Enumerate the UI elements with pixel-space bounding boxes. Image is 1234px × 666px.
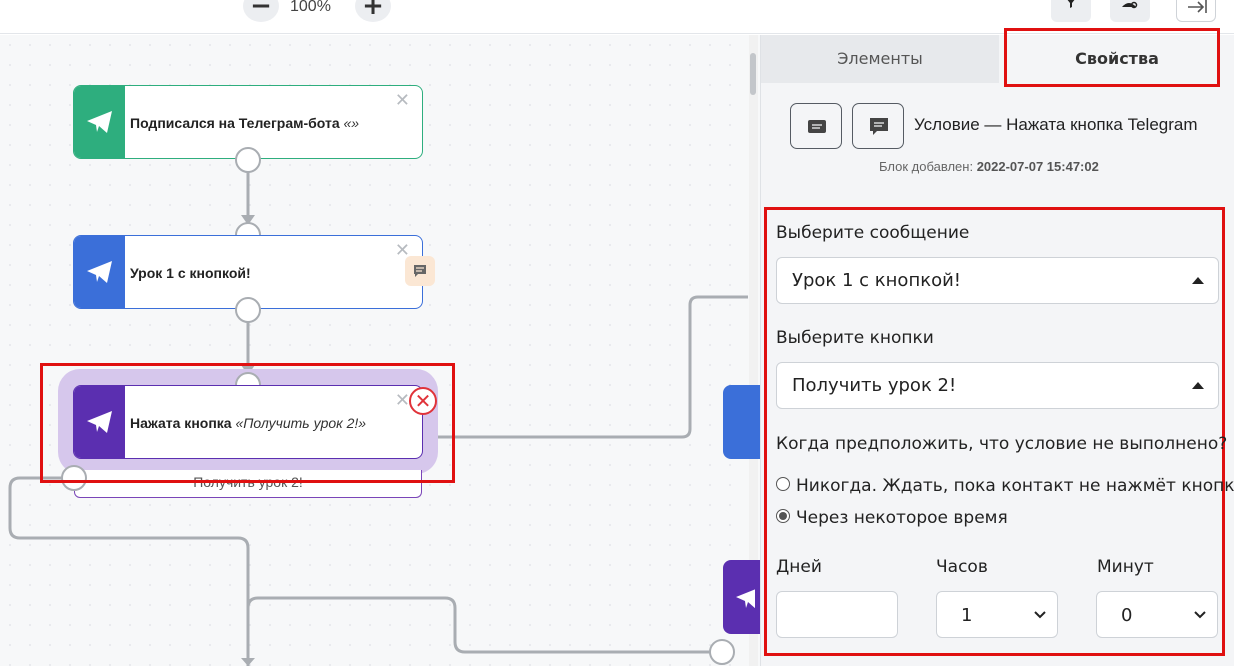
hours-select[interactable]: 1 [936,591,1058,638]
flow-node-partial-purple[interactable] [723,560,763,634]
telegram-icon [87,111,112,133]
canvas-scroll-thumb[interactable] [750,53,756,95]
filter-icon [1067,0,1075,8]
exit-panel-icon [1188,0,1207,13]
radio-after-time-label[interactable]: Через некоторое время [796,508,1008,528]
user-search-button[interactable] [1110,0,1150,22]
zoom-in-button[interactable]: + [355,0,391,22]
minutes-value: 0 [1121,605,1133,626]
condition-question: Когда предположить, что условие не выпол… [776,434,1228,454]
zoom-level: 100% [290,0,331,15]
highlight-frame-tab [1004,28,1220,87]
node-color-bar [74,236,125,308]
flow-node-partial-blue[interactable] [723,385,763,459]
close-icon[interactable]: ✕ [395,90,410,111]
days-label: Дней [776,557,822,577]
buttons-label: Выберите кнопки [776,328,934,348]
node-output-port[interactable] [235,147,261,173]
comment-icon [414,265,426,277]
message-select[interactable]: Урок 1 с кнопкой! [776,257,1219,304]
block-added-info: Блок добавлен: 2022-07-07 15:47:02 [879,159,1099,174]
tab-elements[interactable]: Элементы [761,35,999,83]
minutes-select[interactable]: 0 [1096,591,1218,638]
hours-value: 1 [961,605,973,626]
chevron-down-icon [1194,611,1206,619]
message-select-value: Урок 1 с кнопкой! [792,270,962,291]
node-input-port[interactable] [709,639,735,665]
caret-up-icon [1192,382,1204,389]
comment-button[interactable] [852,103,904,149]
telegram-icon [736,589,755,609]
filter-button[interactable] [1051,0,1091,22]
days-input[interactable] [776,591,898,638]
exit-panel-button[interactable] [1176,0,1216,22]
block-type-button[interactable] [790,103,842,149]
chevron-down-icon [1034,611,1046,619]
node-output-port[interactable] [235,297,261,323]
comment-badge[interactable] [405,256,435,286]
buttons-select-value: Получить урок 2! [792,375,957,396]
node-title: Подписался на Телеграм-бота «» [130,115,360,131]
comment-icon [870,118,888,135]
message-label: Выберите сообщение [776,223,970,243]
radio-never[interactable] [776,477,790,491]
user-search-icon [1122,1,1138,9]
node-color-bar [74,86,125,158]
node-title: Урок 1 с кнопкой! [130,265,251,281]
message-icon [808,120,826,133]
radio-after-time[interactable] [776,509,790,523]
caret-up-icon [1192,277,1204,284]
hours-label: Часов [936,557,988,577]
zoom-out-button[interactable]: − [243,0,279,22]
block-title: Условие — Нажата кнопка Telegram [914,115,1198,134]
highlight-frame-node [40,363,455,483]
telegram-icon [87,261,112,283]
buttons-select[interactable]: Получить урок 2! [776,362,1219,409]
app-root: − 100% + Подписался на Телеграм-бота «» … [0,0,1234,666]
radio-never-label[interactable]: Никогда. Ждать, пока контакт не нажмёт к… [796,476,1234,496]
minutes-label: Минут [1097,557,1154,577]
